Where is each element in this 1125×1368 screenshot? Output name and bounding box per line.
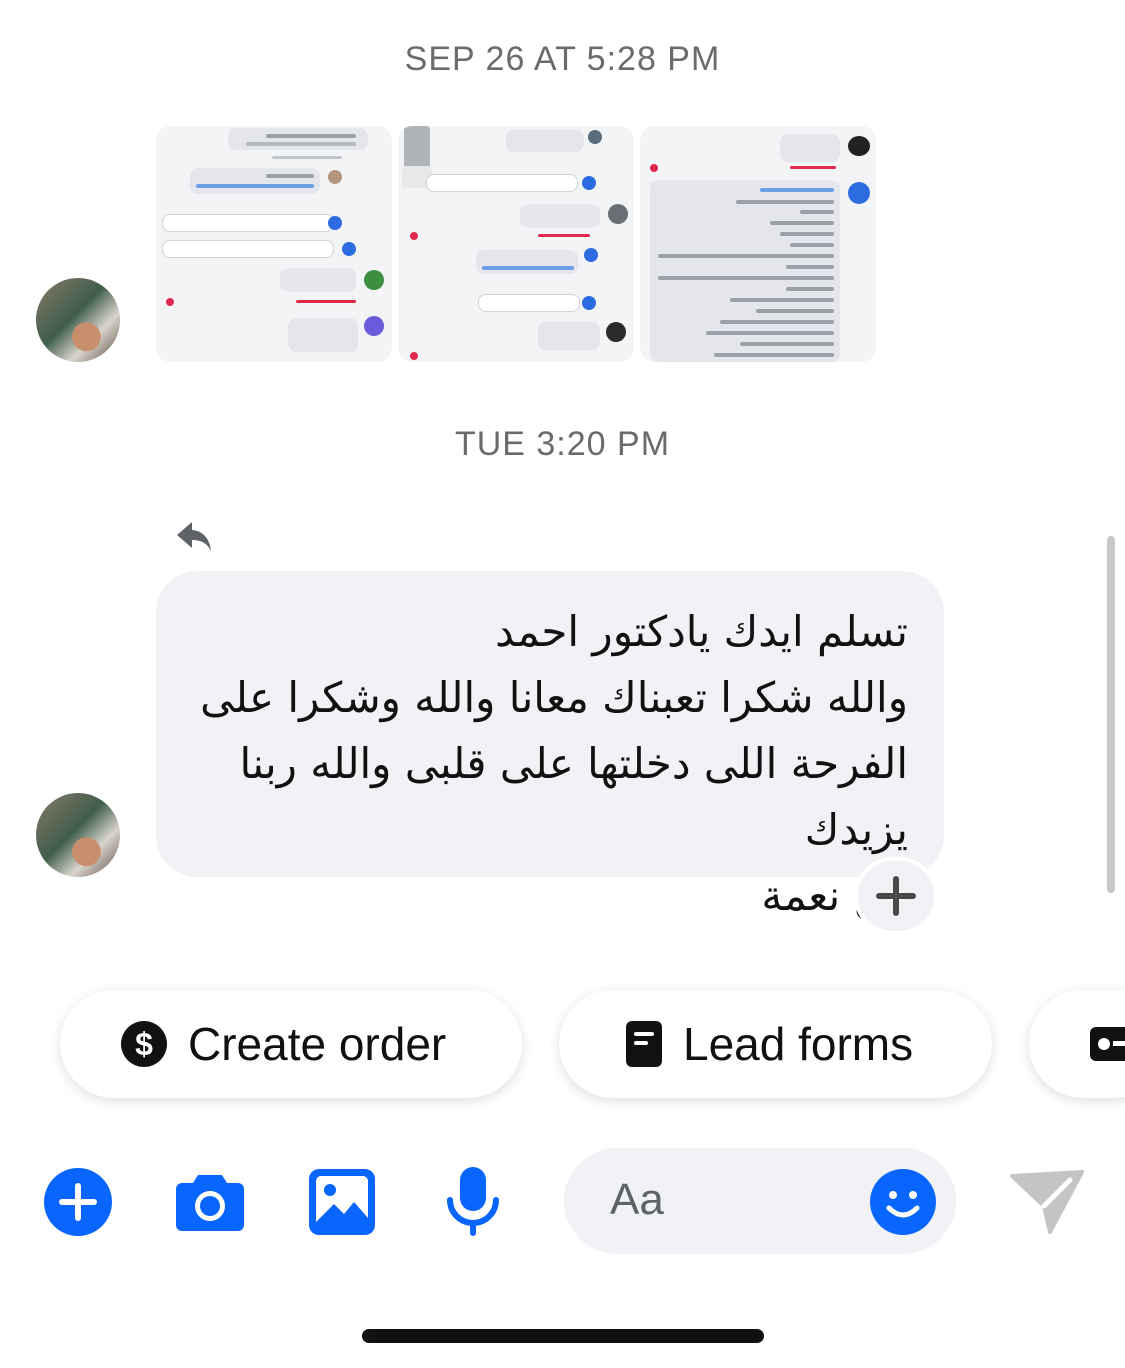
plus-icon bbox=[876, 876, 916, 916]
lead-forms-label: Lead forms bbox=[683, 1018, 914, 1070]
create-order-button[interactable]: $ Create order bbox=[60, 990, 522, 1098]
sender-avatar[interactable] bbox=[36, 278, 120, 362]
incoming-message-bubble[interactable]: تسلم ايدك يادكتور احمد والله شكرا تعبناك… bbox=[156, 571, 944, 920]
ticket-icon bbox=[1090, 1027, 1125, 1061]
send-icon[interactable] bbox=[1010, 1168, 1084, 1236]
message-input-placeholder: Aa bbox=[610, 1175, 664, 1224]
image-attachment-2[interactable] bbox=[398, 126, 634, 362]
more-actions-button[interactable] bbox=[1029, 990, 1125, 1098]
message-text: تسلم ايدك يادكتور احمد والله شكرا تعبناك… bbox=[200, 607, 908, 920]
sender-avatar[interactable] bbox=[36, 793, 120, 877]
microphone-icon[interactable] bbox=[437, 1166, 509, 1238]
image-attachment-3[interactable] bbox=[640, 126, 876, 362]
lead-forms-button[interactable]: Lead forms bbox=[559, 990, 992, 1098]
plus-icon[interactable] bbox=[42, 1166, 114, 1238]
svg-text:$: $ bbox=[135, 1026, 153, 1062]
image-attachment-1[interactable] bbox=[156, 126, 392, 362]
form-icon bbox=[626, 1021, 662, 1067]
camera-icon[interactable] bbox=[174, 1166, 246, 1238]
emoji-icon[interactable] bbox=[869, 1168, 937, 1236]
timestamp-tue: TUE 3:20 PM bbox=[454, 425, 671, 463]
dollar-icon: $ bbox=[121, 1021, 167, 1067]
message-input[interactable]: Aa bbox=[564, 1148, 956, 1254]
home-indicator bbox=[362, 1329, 764, 1343]
scrollbar[interactable] bbox=[1107, 536, 1115, 893]
reply-icon[interactable] bbox=[174, 518, 214, 554]
gallery-icon[interactable] bbox=[306, 1166, 378, 1238]
create-order-label: Create order bbox=[188, 1018, 447, 1070]
timestamp-sep-26: SEP 26 AT 5:28 PM bbox=[404, 40, 721, 78]
add-reaction-button[interactable] bbox=[854, 857, 938, 935]
